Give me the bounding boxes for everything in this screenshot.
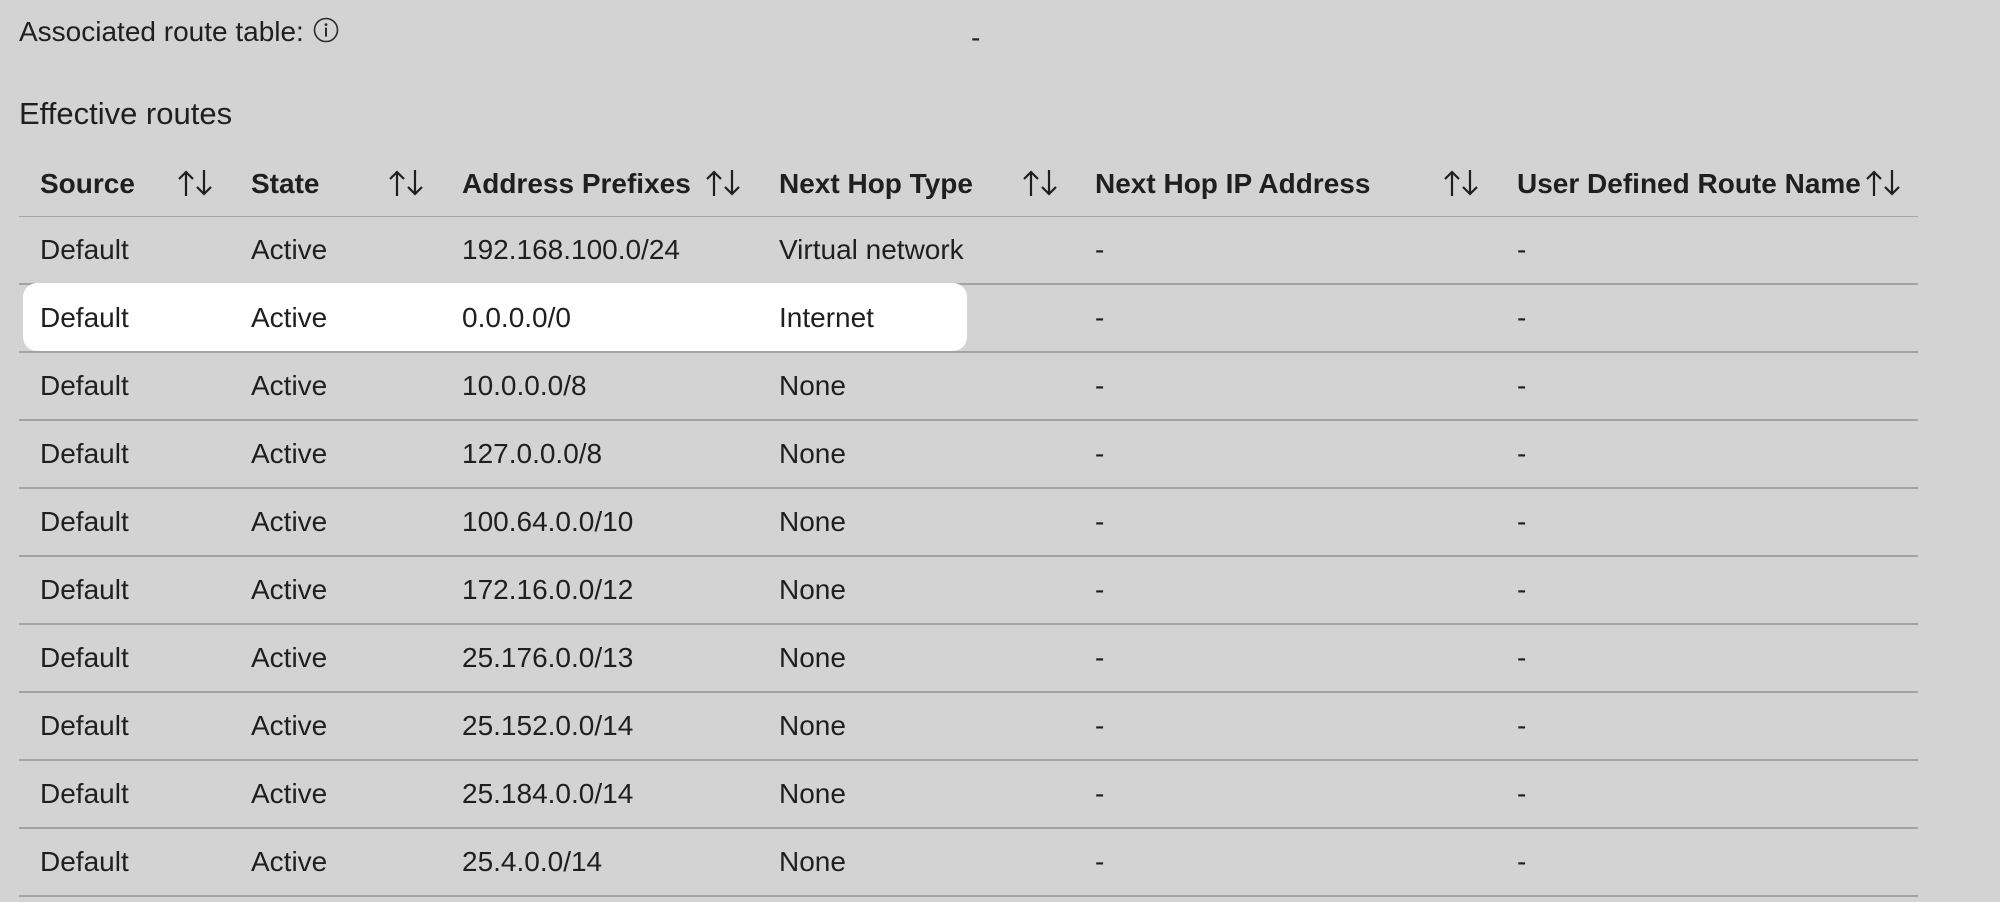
column-header-label: State bbox=[251, 168, 320, 199]
cell-next-hop-ip: - bbox=[1095, 370, 1105, 401]
table-row[interactable]: Default Active 10.0.0.0/8 None - - bbox=[19, 353, 1918, 421]
cell-route-name: - bbox=[1517, 846, 1527, 877]
cell-next-hop-type: Internet bbox=[779, 302, 874, 333]
cell-address-prefix: 25.4.0.0/14 bbox=[462, 846, 603, 877]
cell-next-hop-ip: - bbox=[1095, 846, 1105, 877]
cell-source: Default bbox=[40, 506, 129, 537]
sort-updown-icon[interactable] bbox=[1864, 166, 1902, 200]
cell-state: Active bbox=[251, 778, 328, 809]
cell-state: Active bbox=[251, 710, 328, 741]
cell-address-prefix: 100.64.0.0/10 bbox=[462, 506, 634, 537]
cell-state: Active bbox=[251, 642, 328, 673]
cell-next-hop-ip: - bbox=[1095, 778, 1105, 809]
cell-state: Active bbox=[251, 574, 328, 605]
cell-source: Default bbox=[40, 234, 129, 265]
column-header-label: Source bbox=[40, 168, 135, 199]
cell-address-prefix: 25.176.0.0/13 bbox=[462, 642, 634, 673]
column-header-source[interactable]: Source bbox=[40, 152, 135, 216]
table-row[interactable]: Default Active 100.64.0.0/10 None - - bbox=[19, 489, 1918, 557]
table-row[interactable]: Default Active 25.152.0.0/14 None - - bbox=[19, 693, 1918, 761]
column-header-label: Address Prefixes bbox=[462, 168, 691, 199]
cell-state: Active bbox=[251, 370, 328, 401]
column-header-label: Next Hop IP Address bbox=[1095, 168, 1371, 199]
cell-source: Default bbox=[40, 370, 129, 401]
cell-address-prefix: 192.168.100.0/24 bbox=[462, 234, 680, 265]
column-header-next-hop-ip-address[interactable]: Next Hop IP Address bbox=[1095, 152, 1370, 216]
sort-updown-icon[interactable] bbox=[387, 166, 425, 200]
cell-next-hop-type: None bbox=[779, 370, 846, 401]
cell-state: Active bbox=[251, 234, 328, 265]
cell-next-hop-type: None bbox=[779, 574, 846, 605]
table-header: Source State Address Prefixes Next Hop T… bbox=[19, 152, 1918, 217]
cell-source: Default bbox=[40, 438, 129, 469]
cell-address-prefix: 172.16.0.0/12 bbox=[462, 574, 634, 605]
cell-state: Active bbox=[251, 846, 328, 877]
cell-source: Default bbox=[40, 710, 129, 741]
cell-next-hop-type: None bbox=[779, 438, 846, 469]
sort-updown-icon[interactable] bbox=[1442, 166, 1480, 200]
column-header-user-defined-route-name[interactable]: User Defined Route Name bbox=[1517, 152, 1861, 216]
table-row[interactable]: Default Active 127.0.0.0/8 None - - bbox=[19, 421, 1918, 489]
cell-next-hop-ip: - bbox=[1095, 438, 1105, 469]
sort-updown-icon[interactable] bbox=[704, 166, 742, 200]
cell-next-hop-ip: - bbox=[1095, 710, 1105, 741]
cell-next-hop-type: None bbox=[779, 710, 846, 741]
cell-state: Active bbox=[251, 506, 328, 537]
cell-next-hop-ip: - bbox=[1095, 506, 1105, 537]
cell-next-hop-ip: - bbox=[1095, 234, 1105, 265]
cell-source: Default bbox=[40, 574, 129, 605]
sort-updown-icon[interactable] bbox=[1021, 166, 1059, 200]
cell-source: Default bbox=[40, 642, 129, 673]
cell-source: Default bbox=[40, 302, 129, 333]
table-row-highlighted[interactable]: Default Active 0.0.0.0/0 Internet - - bbox=[19, 283, 1918, 353]
cell-address-prefix: 10.0.0.0/8 bbox=[462, 370, 587, 401]
cell-route-name: - bbox=[1517, 778, 1527, 809]
cell-route-name: - bbox=[1517, 234, 1527, 265]
cell-route-name: - bbox=[1517, 710, 1527, 741]
cell-route-name: - bbox=[1517, 302, 1527, 333]
section-title-effective-routes: Effective routes bbox=[19, 96, 233, 131]
table-row[interactable]: Default Active 172.16.0.0/12 None - - bbox=[19, 557, 1918, 625]
cell-route-name: - bbox=[1517, 574, 1527, 605]
column-header-address-prefixes[interactable]: Address Prefixes bbox=[462, 152, 691, 216]
effective-routes-table: Source State Address Prefixes Next Hop T… bbox=[19, 152, 1918, 897]
column-header-state[interactable]: State bbox=[251, 152, 319, 216]
cell-address-prefix: 25.184.0.0/14 bbox=[462, 778, 634, 809]
cell-route-name: - bbox=[1517, 438, 1527, 469]
cell-next-hop-type: Virtual network bbox=[779, 234, 964, 265]
cell-address-prefix: 0.0.0.0/0 bbox=[462, 302, 571, 333]
cell-source: Default bbox=[40, 846, 129, 877]
info-icon[interactable] bbox=[313, 17, 339, 43]
cell-route-name: - bbox=[1517, 642, 1527, 673]
cell-next-hop-ip: - bbox=[1095, 302, 1105, 333]
cell-route-name: - bbox=[1517, 370, 1527, 401]
table-row[interactable]: Default Active 25.176.0.0/13 None - - bbox=[19, 625, 1918, 693]
sort-updown-icon[interactable] bbox=[176, 166, 214, 200]
associated-route-table-value: - bbox=[971, 22, 981, 53]
cell-next-hop-type: None bbox=[779, 846, 846, 877]
cell-source: Default bbox=[40, 778, 129, 809]
cell-state: Active bbox=[251, 302, 328, 333]
cell-next-hop-type: None bbox=[779, 642, 846, 673]
cell-next-hop-type: None bbox=[779, 506, 846, 537]
cell-route-name: - bbox=[1517, 506, 1527, 537]
associated-route-table: Associated route table: - bbox=[19, 12, 1979, 53]
cell-state: Active bbox=[251, 438, 328, 469]
cell-address-prefix: 25.152.0.0/14 bbox=[462, 710, 634, 741]
cell-next-hop-ip: - bbox=[1095, 574, 1105, 605]
column-header-next-hop-type[interactable]: Next Hop Type bbox=[779, 152, 973, 216]
associated-route-table-label: Associated route table: bbox=[19, 16, 304, 47]
cell-next-hop-ip: - bbox=[1095, 642, 1105, 673]
table-row[interactable]: Default Active 25.4.0.0/14 None - - bbox=[19, 829, 1918, 897]
table-row[interactable]: Default Active 192.168.100.0/24 Virtual … bbox=[19, 217, 1918, 285]
cell-address-prefix: 127.0.0.0/8 bbox=[462, 438, 603, 469]
column-header-label: Next Hop Type bbox=[779, 168, 973, 199]
column-header-label: User Defined Route Name bbox=[1517, 168, 1861, 199]
table-row[interactable]: Default Active 25.184.0.0/14 None - - bbox=[19, 761, 1918, 829]
cell-next-hop-type: None bbox=[779, 778, 846, 809]
